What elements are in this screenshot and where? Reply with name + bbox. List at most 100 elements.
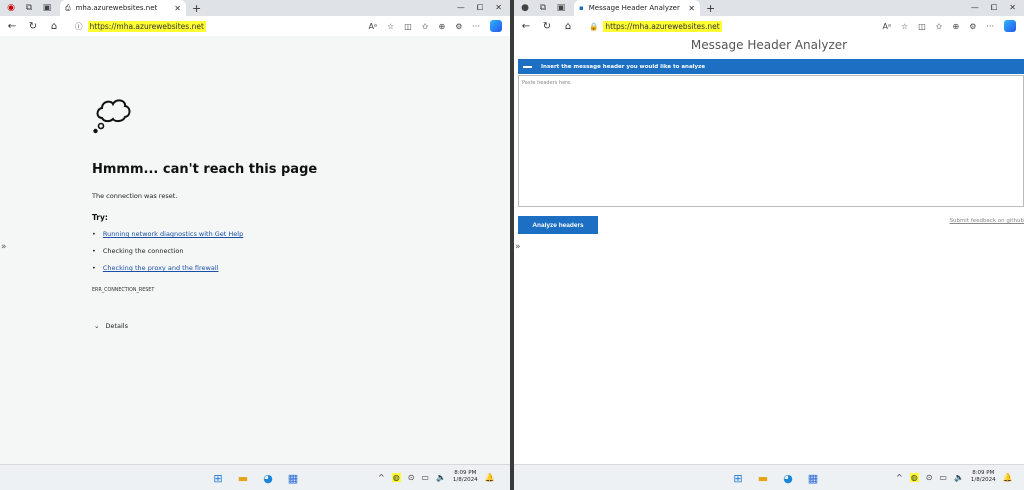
section-label: Insert the message header you would like… xyxy=(541,63,706,70)
url-text: https://mha.azurewebsites.net xyxy=(87,20,206,32)
highlighted-tray-icon[interactable]: ◍ xyxy=(391,472,401,482)
start-icon[interactable]: ⊞ xyxy=(730,470,746,486)
tab-title: Message Header Analyzer xyxy=(588,4,680,12)
profile-icon[interactable]: ◉ xyxy=(4,1,18,15)
collections-icon[interactable]: ⊕ xyxy=(952,22,959,31)
network-icon[interactable]: ⊙ xyxy=(408,473,415,482)
close-tab-icon[interactable]: ✕ xyxy=(174,4,181,13)
volume-icon[interactable]: 🔈 xyxy=(436,473,446,482)
suggestion-item[interactable]: • Running network diagnostics with Get He… xyxy=(92,230,243,247)
suggestion-item[interactable]: • Checking the proxy and the firewall xyxy=(92,264,243,281)
highlighted-tray-icon[interactable]: ◍ xyxy=(909,472,919,482)
refresh-button[interactable]: ↻ xyxy=(24,21,42,32)
tab-title: mha.azurewebsites.net xyxy=(75,4,158,12)
refresh-button[interactable]: ↻ xyxy=(538,21,556,32)
address-bar-row: ← ↻ ⌂ ⓘ https://mha.azurewebsites.net Aᵃ… xyxy=(0,16,510,36)
extensions-icon[interactable]: ⚙ xyxy=(455,22,462,31)
more-menu-icon[interactable]: ··· xyxy=(472,22,480,31)
left-browser-window: ◉ ⧉ ▣ ⎙ mha.azurewebsites.net ✕ + — ⧠ ✕ … xyxy=(0,0,510,490)
favorites-icon[interactable]: ✩ xyxy=(936,22,943,31)
split-screen-icon[interactable]: ◫ xyxy=(918,22,926,31)
workspaces-icon[interactable]: ⧉ xyxy=(536,1,550,15)
back-button[interactable]: ← xyxy=(3,21,21,32)
lock-icon[interactable]: 🔒 xyxy=(589,22,598,31)
split-screen-icon[interactable]: ◫ xyxy=(404,22,412,31)
info-icon[interactable]: ⓘ xyxy=(75,21,83,32)
read-aloud-icon[interactable]: Aᵃ xyxy=(882,22,891,31)
feedback-link[interactable]: Submit feedback on github xyxy=(949,218,1024,224)
mha-page: Message Header Analyzer Insert the messa… xyxy=(514,36,1024,464)
start-icon[interactable]: ⊞ xyxy=(210,470,226,486)
store-icon[interactable]: ▦ xyxy=(285,470,301,486)
details-label: Details xyxy=(105,322,128,330)
copilot-icon[interactable] xyxy=(490,20,502,32)
store-icon[interactable]: ▦ xyxy=(805,470,821,486)
error-description: The connection was reset. xyxy=(92,192,178,200)
read-aloud-icon[interactable]: Aᵃ xyxy=(368,22,377,31)
tab-strip: ● ⧉ ▣ ▪ Message Header Analyzer ✕ + — ⧠ … xyxy=(514,0,1024,16)
tab-mha[interactable]: ⎙ mha.azurewebsites.net ✕ xyxy=(60,0,186,16)
error-page: Hmmm... can't reach this page The connec… xyxy=(0,36,510,464)
favorite-icon[interactable]: ☆ xyxy=(901,22,908,31)
volume-icon[interactable]: 🔈 xyxy=(954,473,964,482)
address-bar[interactable]: 🔒 https://mha.azurewebsites.net xyxy=(589,20,722,32)
tab-actions-icon[interactable]: ▣ xyxy=(554,1,568,15)
error-code: ERR_CONNECTION_RESET xyxy=(92,288,155,293)
suggestion-item: • Checking the connection xyxy=(92,247,184,255)
headers-textarea[interactable]: Paste headers here. xyxy=(518,75,1024,207)
error-title: Hmmm... can't reach this page xyxy=(92,162,318,177)
notification-bell-icon[interactable]: 🔔 xyxy=(485,473,495,482)
try-label: Try: xyxy=(92,213,108,222)
more-menu-icon[interactable]: ··· xyxy=(986,22,994,31)
minimize-button[interactable]: — xyxy=(971,3,979,13)
network-icon[interactable]: ⊙ xyxy=(926,473,933,482)
restore-button[interactable]: ⧠ xyxy=(477,3,483,13)
close-tab-icon[interactable]: ✕ xyxy=(688,4,695,13)
close-window-button[interactable]: ✕ xyxy=(1009,3,1016,13)
textarea-placeholder: Paste headers here. xyxy=(522,80,572,86)
url-text: https://mha.azurewebsites.net xyxy=(603,20,722,32)
new-tab-button[interactable]: + xyxy=(706,2,715,15)
edge-icon[interactable]: ◕ xyxy=(780,470,796,486)
display-icon[interactable]: ▭ xyxy=(421,473,429,482)
minimize-button[interactable]: — xyxy=(457,3,465,13)
edge-icon[interactable]: ◕ xyxy=(260,470,276,486)
clock[interactable]: 8:09 PM 1/8/2024 xyxy=(971,470,996,484)
tray-chevron-icon[interactable]: ^ xyxy=(896,473,903,482)
tab-favicon-icon: ▪ xyxy=(579,4,584,12)
chevron-down-icon: ⌄ xyxy=(94,322,100,330)
file-explorer-icon[interactable]: ▬ xyxy=(235,470,251,486)
address-bar-row: ← ↻ ⌂ 🔒 https://mha.azurewebsites.net Aᵃ… xyxy=(514,16,1024,36)
new-tab-button[interactable]: + xyxy=(192,2,201,15)
close-window-button[interactable]: ✕ xyxy=(495,3,502,13)
extensions-icon[interactable]: ⚙ xyxy=(969,22,976,31)
collapse-icon xyxy=(523,65,532,68)
insert-header-section-bar[interactable]: Insert the message header you would like… xyxy=(518,59,1024,74)
suggestion-list: • Running network diagnostics with Get He… xyxy=(92,230,243,281)
details-toggle[interactable]: ⌄ Details xyxy=(94,322,128,330)
restore-button[interactable]: ⧠ xyxy=(991,3,997,13)
copilot-icon[interactable] xyxy=(1004,20,1016,32)
thought-cloud-icon xyxy=(93,99,131,134)
profile-icon[interactable]: ● xyxy=(518,1,532,15)
notification-bell-icon[interactable]: 🔔 xyxy=(1003,473,1013,482)
favorites-icon[interactable]: ✩ xyxy=(422,22,429,31)
clock[interactable]: 8:09 PM 1/8/2024 xyxy=(453,470,478,484)
sidebar-expand-icon[interactable]: » xyxy=(1,242,7,252)
home-button[interactable]: ⌂ xyxy=(559,21,577,32)
file-explorer-icon[interactable]: ▬ xyxy=(755,470,771,486)
back-button[interactable]: ← xyxy=(517,21,535,32)
app-title: Message Header Analyzer xyxy=(690,38,848,52)
collections-icon[interactable]: ⊕ xyxy=(438,22,445,31)
sidebar-expand-icon[interactable]: » xyxy=(515,242,521,252)
tab-favicon-icon: ⎙ xyxy=(65,3,71,12)
tray-chevron-icon[interactable]: ^ xyxy=(378,473,385,482)
tab-actions-icon[interactable]: ▣ xyxy=(40,1,54,15)
favorite-icon[interactable]: ☆ xyxy=(387,22,394,31)
tab-message-header-analyzer[interactable]: ▪ Message Header Analyzer ✕ xyxy=(574,0,700,16)
address-bar[interactable]: ⓘ https://mha.azurewebsites.net xyxy=(75,20,206,32)
analyze-headers-button[interactable]: Analyze headers xyxy=(518,216,598,234)
home-button[interactable]: ⌂ xyxy=(45,21,63,32)
display-icon[interactable]: ▭ xyxy=(939,473,947,482)
workspaces-icon[interactable]: ⧉ xyxy=(22,1,36,15)
